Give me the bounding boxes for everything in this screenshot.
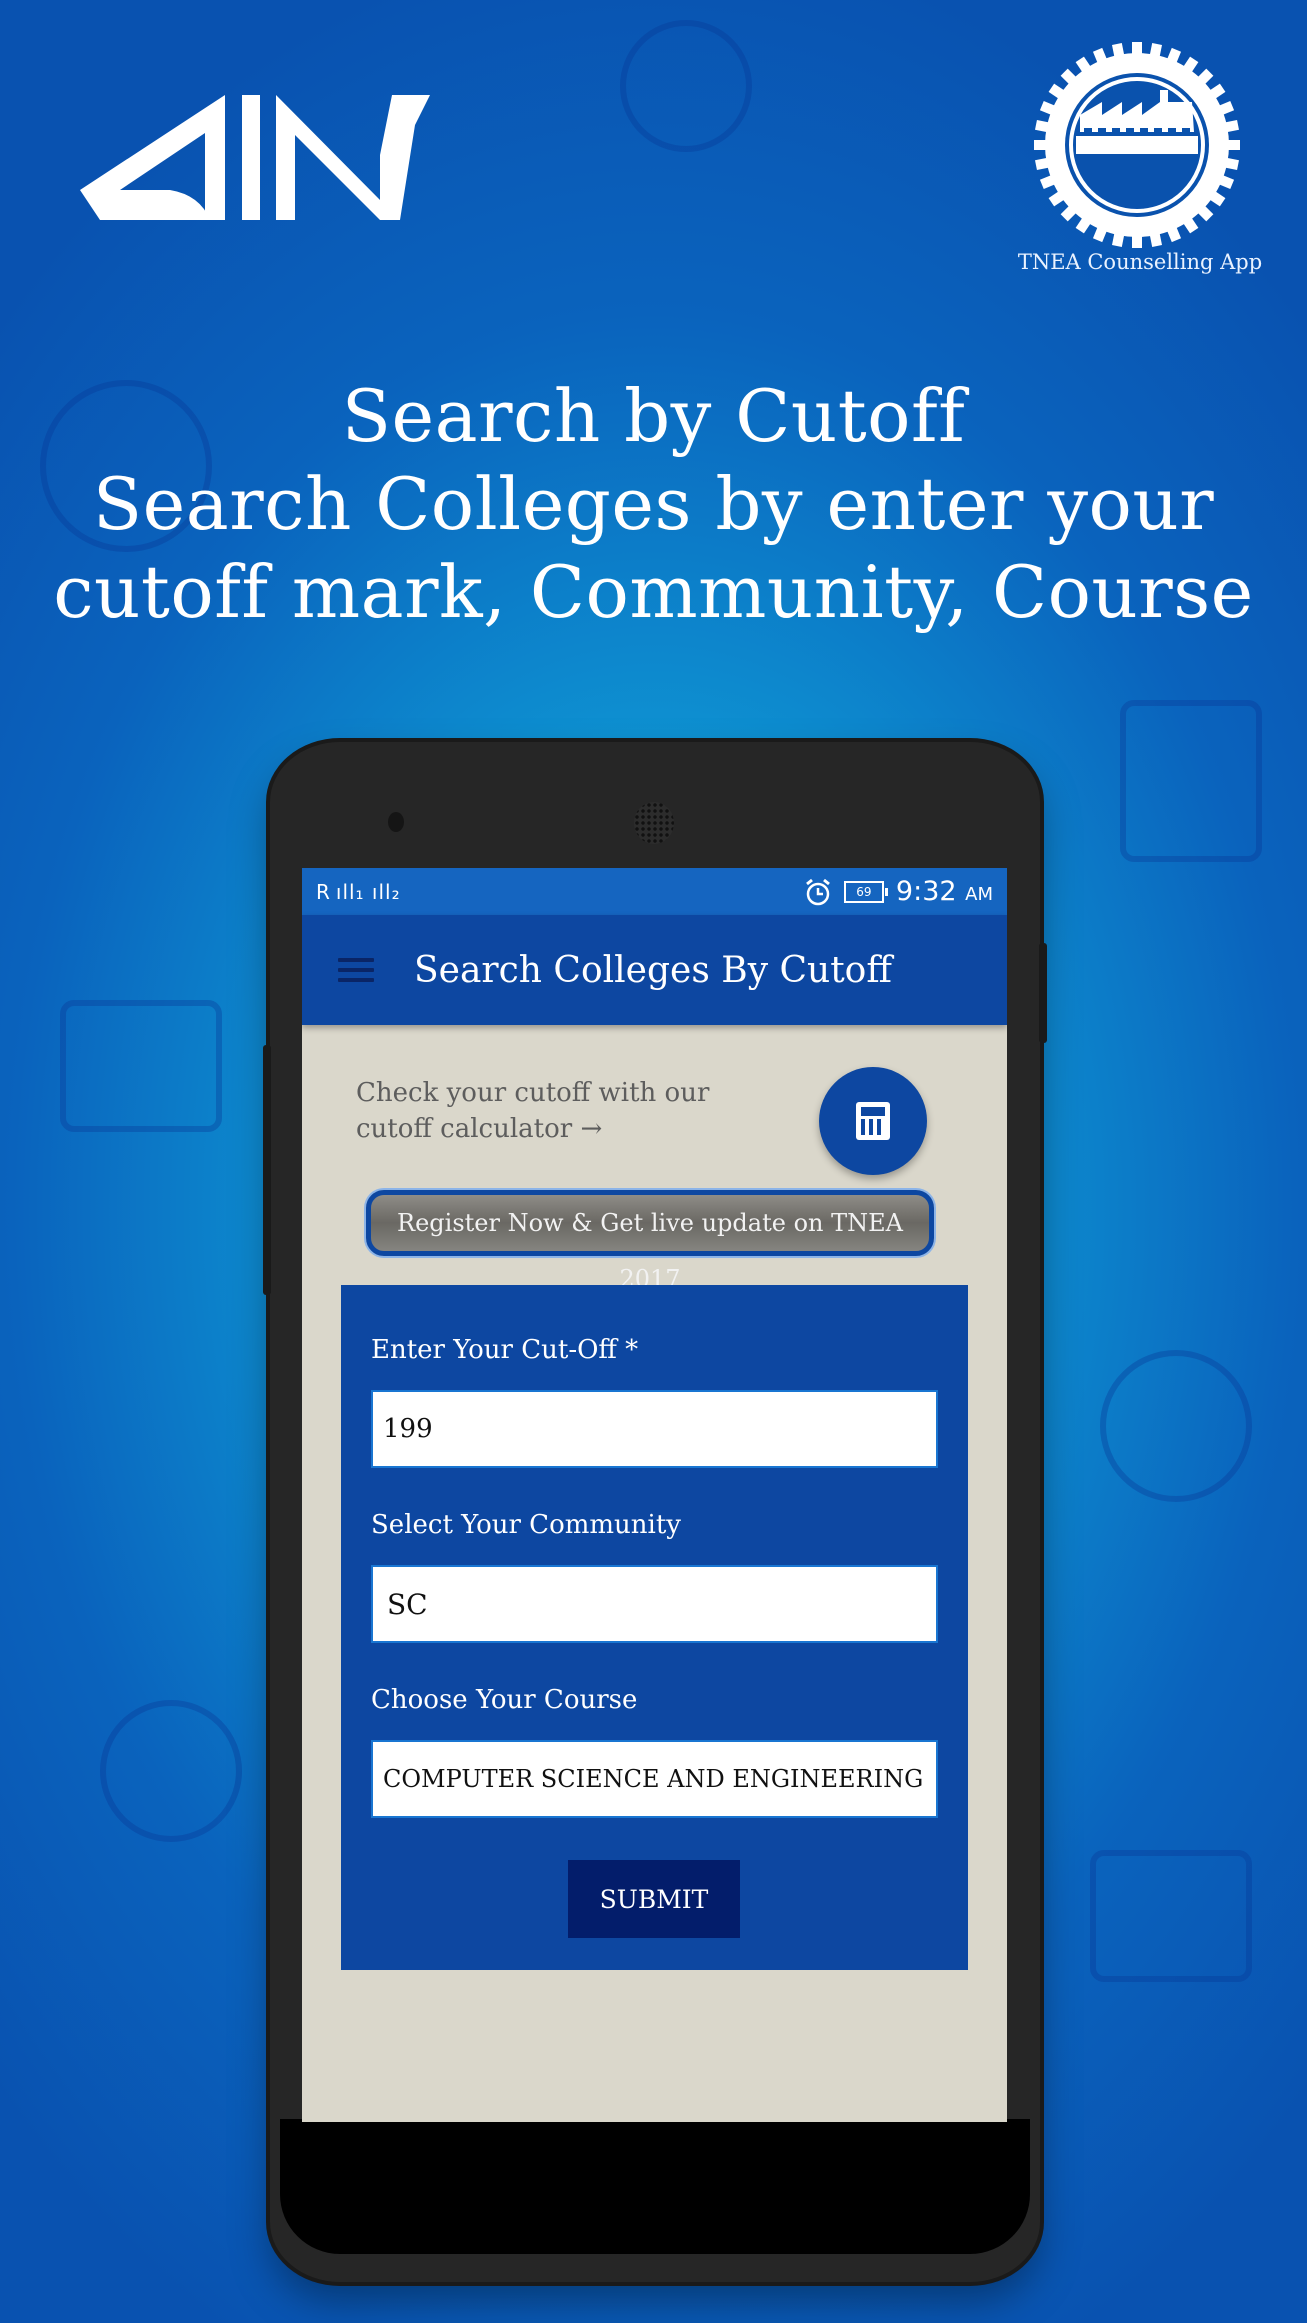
- background-doodle: [620, 20, 752, 152]
- background-doodle: [100, 1700, 242, 1842]
- app-bar-title: Search Colleges By Cutoff: [414, 949, 892, 991]
- community-label: Select Your Community: [371, 1510, 681, 1540]
- background-doodle: [1090, 1850, 1252, 1982]
- hamburger-menu-icon[interactable]: [338, 952, 374, 988]
- register-button[interactable]: Register Now & Get live update on TNEA 2…: [366, 1190, 934, 1293]
- battery-icon: 69: [843, 880, 888, 903]
- background-doodle: [1120, 700, 1262, 862]
- headline-subtitle-line1: Search Colleges by enter your: [92, 462, 1215, 546]
- calculator-button[interactable]: [819, 1067, 927, 1175]
- gear-tooth: [1132, 234, 1142, 248]
- gear-tooth: [1034, 140, 1048, 150]
- headline-title: Search by Cutoff: [341, 374, 966, 458]
- volume-button: [263, 1045, 271, 1295]
- earpiece-speaker: [634, 802, 674, 844]
- clock: 9:32 AM: [896, 876, 993, 907]
- brand-logo: [80, 95, 430, 220]
- calculator-promo-link[interactable]: Check your cutoff with our cutoff calcul…: [356, 1075, 776, 1147]
- cutoff-input[interactable]: 199: [371, 1390, 938, 1468]
- calculator-icon: [856, 1102, 890, 1140]
- gear-tooth: [1132, 42, 1142, 56]
- course-select[interactable]: COMPUTER SCIENCE AND ENGINEERING: [371, 1740, 938, 1818]
- signal-icon: R ıll₁ ıll₂: [316, 879, 401, 904]
- community-select[interactable]: SC: [371, 1565, 938, 1643]
- app-logo-caption: TNEA Counselling App: [1017, 250, 1263, 274]
- headline-subtitle-line2: cutoff mark, Community, Course: [53, 550, 1254, 634]
- clock-time: 9:32: [895, 876, 957, 907]
- phone-bottom-bezel: [280, 2119, 1030, 2254]
- app-bar: Search Colleges By Cutoff: [302, 915, 1007, 1025]
- power-button: [1039, 943, 1047, 1043]
- cutoff-label: Enter Your Cut-Off *: [371, 1335, 639, 1365]
- content-area: Check your cutoff with our cutoff calcul…: [302, 1025, 1007, 1970]
- course-label: Choose Your Course: [371, 1685, 638, 1715]
- search-form: Enter Your Cut-Off * 199 Select Your Com…: [341, 1285, 968, 1970]
- phone-screen: R ıll₁ ıll₂ 69 9:32 AM Search Colleges B…: [302, 868, 1007, 2122]
- app-logo-gear-icon: [1034, 42, 1240, 248]
- gear-tooth: [1226, 140, 1240, 150]
- headline: Search by Cutoff Search Colleges by ente…: [0, 372, 1307, 636]
- background-doodle: [60, 1000, 222, 1132]
- status-bar: R ıll₁ ıll₂ 69 9:32 AM: [302, 868, 1007, 915]
- front-camera: [388, 812, 404, 832]
- alarm-icon: [805, 878, 830, 905]
- calculator-promo: Check your cutoff with our cutoff calcul…: [302, 1025, 1007, 1190]
- background-doodle: [1100, 1350, 1252, 1502]
- clock-ampm: AM: [965, 884, 993, 905]
- submit-button[interactable]: SUBMIT: [568, 1860, 740, 1938]
